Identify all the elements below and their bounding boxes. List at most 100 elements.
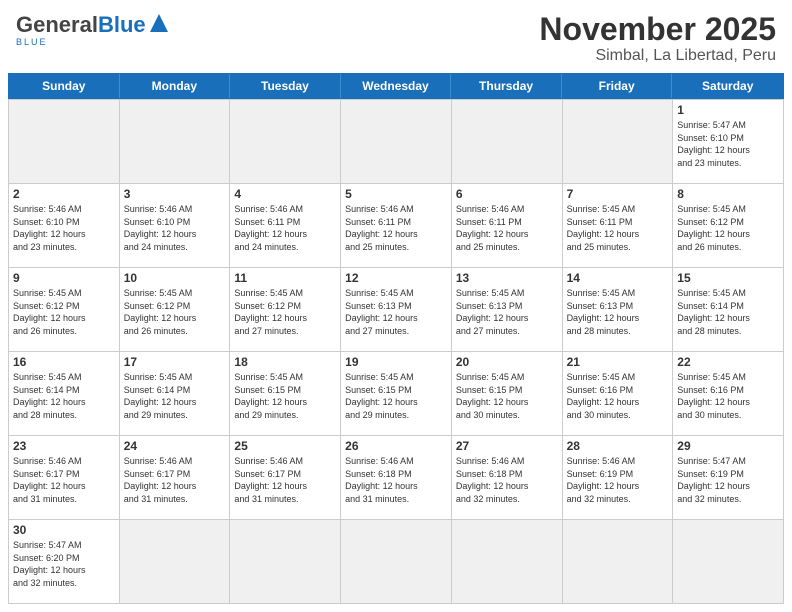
- empty-cell: [452, 519, 563, 603]
- day-info: Sunrise: 5:45 AM Sunset: 6:11 PM Dayligh…: [567, 204, 640, 252]
- day-number: 16: [13, 355, 115, 369]
- day-header-monday: Monday: [120, 74, 231, 98]
- day-number: 13: [456, 271, 558, 285]
- day-info: Sunrise: 5:45 AM Sunset: 6:16 PM Dayligh…: [677, 372, 750, 420]
- day-number: 2: [13, 187, 115, 201]
- calendar-day-17: 17Sunrise: 5:45 AM Sunset: 6:14 PM Dayli…: [120, 351, 231, 435]
- page: GeneralBlue BLUE November 2025 Simbal, L…: [0, 0, 792, 612]
- day-number: 21: [567, 355, 669, 369]
- header: GeneralBlue BLUE November 2025 Simbal, L…: [0, 0, 792, 73]
- day-info: Sunrise: 5:45 AM Sunset: 6:15 PM Dayligh…: [234, 372, 307, 420]
- day-info: Sunrise: 5:45 AM Sunset: 6:13 PM Dayligh…: [567, 288, 640, 336]
- calendar-day-26: 26 Sunrise: 5:46 AM Sunset: 6:18 PM Dayli…: [341, 435, 452, 519]
- empty-cell: [230, 519, 341, 603]
- day-info: Sunrise: 5:47 AM Sunset: 6:19 PM Dayligh…: [677, 456, 750, 504]
- day-number: 26: [345, 439, 447, 453]
- day-info: Sunrise: 5:45 AM Sunset: 6:15 PM Dayligh…: [345, 372, 418, 420]
- logo-blue-underline: BLUE: [16, 37, 168, 47]
- day-number: 24: [124, 439, 226, 453]
- day-number: 28: [567, 439, 669, 453]
- day-number: 18: [234, 355, 336, 369]
- day-number: 5: [345, 187, 447, 201]
- day-header-friday: Friday: [562, 74, 673, 98]
- calendar: SundayMondayTuesdayWednesdayThursdayFrid…: [0, 73, 792, 612]
- calendar-day-14: 14 Sunrise: 5:45 AM Sunset: 6:13 PM Dayli…: [563, 267, 674, 351]
- month-title: November 2025: [539, 12, 776, 47]
- day-info: Sunrise: 5:46 AM Sunset: 6:11 PM Dayligh…: [345, 204, 418, 252]
- logo-triangle-icon: [150, 14, 168, 32]
- day-info: Sunrise: 5:46 AM Sunset: 6:18 PM Dayligh…: [456, 456, 529, 504]
- calendar-day-1: 1Sunrise: 5:47 AM Sunset: 6:10 PM Daylig…: [673, 99, 784, 183]
- day-info: Sunrise: 5:45 AM Sunset: 6:13 PM Dayligh…: [456, 288, 529, 336]
- empty-cell: [9, 99, 120, 183]
- day-number: 6: [456, 187, 558, 201]
- calendar-day-9: 9 Sunrise: 5:45 AM Sunset: 6:12 PM Daylig…: [9, 267, 120, 351]
- calendar-day-10: 10 Sunrise: 5:45 AM Sunset: 6:12 PM Dayli…: [120, 267, 231, 351]
- day-info: Sunrise: 5:46 AM Sunset: 6:10 PM Dayligh…: [124, 204, 197, 252]
- calendar-day-12: 12Sunrise: 5:45 AM Sunset: 6:13 PM Dayli…: [341, 267, 452, 351]
- day-info: Sunrise: 5:46 AM Sunset: 6:18 PM Dayligh…: [345, 456, 418, 504]
- calendar-day-3: 3 Sunrise: 5:46 AM Sunset: 6:10 PM Daylig…: [120, 183, 231, 267]
- calendar-day-18: 18 Sunrise: 5:45 AM Sunset: 6:15 PM Dayli…: [230, 351, 341, 435]
- day-number: 25: [234, 439, 336, 453]
- day-info: Sunrise: 5:45 AM Sunset: 6:14 PM Dayligh…: [13, 372, 86, 420]
- day-number: 11: [234, 271, 336, 285]
- empty-cell: [120, 519, 231, 603]
- day-info: Sunrise: 5:45 AM Sunset: 6:14 PM Dayligh…: [677, 288, 750, 336]
- calendar-day-16: 16 Sunrise: 5:45 AM Sunset: 6:14 PM Dayli…: [9, 351, 120, 435]
- calendar-day-5: 5 Sunrise: 5:46 AM Sunset: 6:11 PM Daylig…: [341, 183, 452, 267]
- title-area: November 2025 Simbal, La Libertad, Peru: [539, 12, 776, 65]
- calendar-day-2: 2 Sunrise: 5:46 AM Sunset: 6:10 PM Daylig…: [9, 183, 120, 267]
- calendar-day-28: 28 Sunrise: 5:46 AM Sunset: 6:19 PM Dayli…: [563, 435, 674, 519]
- day-info: Sunrise: 5:45 AM Sunset: 6:15 PM Dayligh…: [456, 372, 529, 420]
- empty-cell: [673, 519, 784, 603]
- day-header-sunday: Sunday: [9, 74, 120, 98]
- day-header-wednesday: Wednesday: [341, 74, 452, 98]
- day-info: Sunrise: 5:45 AM Sunset: 6:12 PM Dayligh…: [677, 204, 750, 252]
- day-header-thursday: Thursday: [451, 74, 562, 98]
- day-number: 19: [345, 355, 447, 369]
- day-info: Sunrise: 5:45 AM Sunset: 6:12 PM Dayligh…: [124, 288, 197, 336]
- day-info: Sunrise: 5:45 AM Sunset: 6:16 PM Dayligh…: [567, 372, 640, 420]
- calendar-day-4: 4 Sunrise: 5:46 AM Sunset: 6:11 PM Daylig…: [230, 183, 341, 267]
- calendar-day-11: 11Sunrise: 5:45 AM Sunset: 6:12 PM Dayli…: [230, 267, 341, 351]
- day-number: 22: [677, 355, 779, 369]
- day-number: 8: [677, 187, 779, 201]
- day-number: 10: [124, 271, 226, 285]
- day-number: 27: [456, 439, 558, 453]
- empty-cell: [341, 519, 452, 603]
- calendar-day-29: 29 Sunrise: 5:47 AM Sunset: 6:19 PM Dayli…: [673, 435, 784, 519]
- day-number: 29: [677, 439, 779, 453]
- calendar-day-25: 25Sunrise: 5:46 AM Sunset: 6:17 PM Dayli…: [230, 435, 341, 519]
- empty-cell: [120, 99, 231, 183]
- calendar-day-23: 23 Sunrise: 5:46 AM Sunset: 6:17 PM Dayli…: [9, 435, 120, 519]
- calendar-day-15: 15Sunrise: 5:45 AM Sunset: 6:14 PM Dayli…: [673, 267, 784, 351]
- calendar-day-20: 20Sunrise: 5:45 AM Sunset: 6:15 PM Dayli…: [452, 351, 563, 435]
- logo: GeneralBlue BLUE: [16, 12, 168, 47]
- day-number: 3: [124, 187, 226, 201]
- day-header-saturday: Saturday: [672, 74, 783, 98]
- day-number: 30: [13, 523, 115, 537]
- empty-cell: [452, 99, 563, 183]
- day-info: Sunrise: 5:46 AM Sunset: 6:11 PM Dayligh…: [234, 204, 307, 252]
- calendar-day-13: 13 Sunrise: 5:45 AM Sunset: 6:13 PM Dayli…: [452, 267, 563, 351]
- day-number: 4: [234, 187, 336, 201]
- day-info: Sunrise: 5:46 AM Sunset: 6:19 PM Dayligh…: [567, 456, 640, 504]
- day-info: Sunrise: 5:46 AM Sunset: 6:11 PM Dayligh…: [456, 204, 529, 252]
- empty-cell: [563, 519, 674, 603]
- day-number: 9: [13, 271, 115, 285]
- day-number: 7: [567, 187, 669, 201]
- day-info: Sunrise: 5:45 AM Sunset: 6:13 PM Dayligh…: [345, 288, 418, 336]
- logo-general-text: GeneralBlue: [16, 12, 146, 38]
- calendar-day-22: 22 Sunrise: 5:45 AM Sunset: 6:16 PM Dayli…: [673, 351, 784, 435]
- location-title: Simbal, La Libertad, Peru: [539, 47, 776, 65]
- empty-cell: [563, 99, 674, 183]
- empty-cell: [341, 99, 452, 183]
- day-info: Sunrise: 5:46 AM Sunset: 6:17 PM Dayligh…: [13, 456, 86, 504]
- day-info: Sunrise: 5:45 AM Sunset: 6:12 PM Dayligh…: [13, 288, 86, 336]
- day-info: Sunrise: 5:46 AM Sunset: 6:10 PM Dayligh…: [13, 204, 86, 252]
- day-info: Sunrise: 5:47 AM Sunset: 6:10 PM Dayligh…: [677, 120, 750, 168]
- day-number: 14: [567, 271, 669, 285]
- calendar-day-30: 30Sunrise: 5:47 AM Sunset: 6:20 PM Dayli…: [9, 519, 120, 603]
- day-number: 23: [13, 439, 115, 453]
